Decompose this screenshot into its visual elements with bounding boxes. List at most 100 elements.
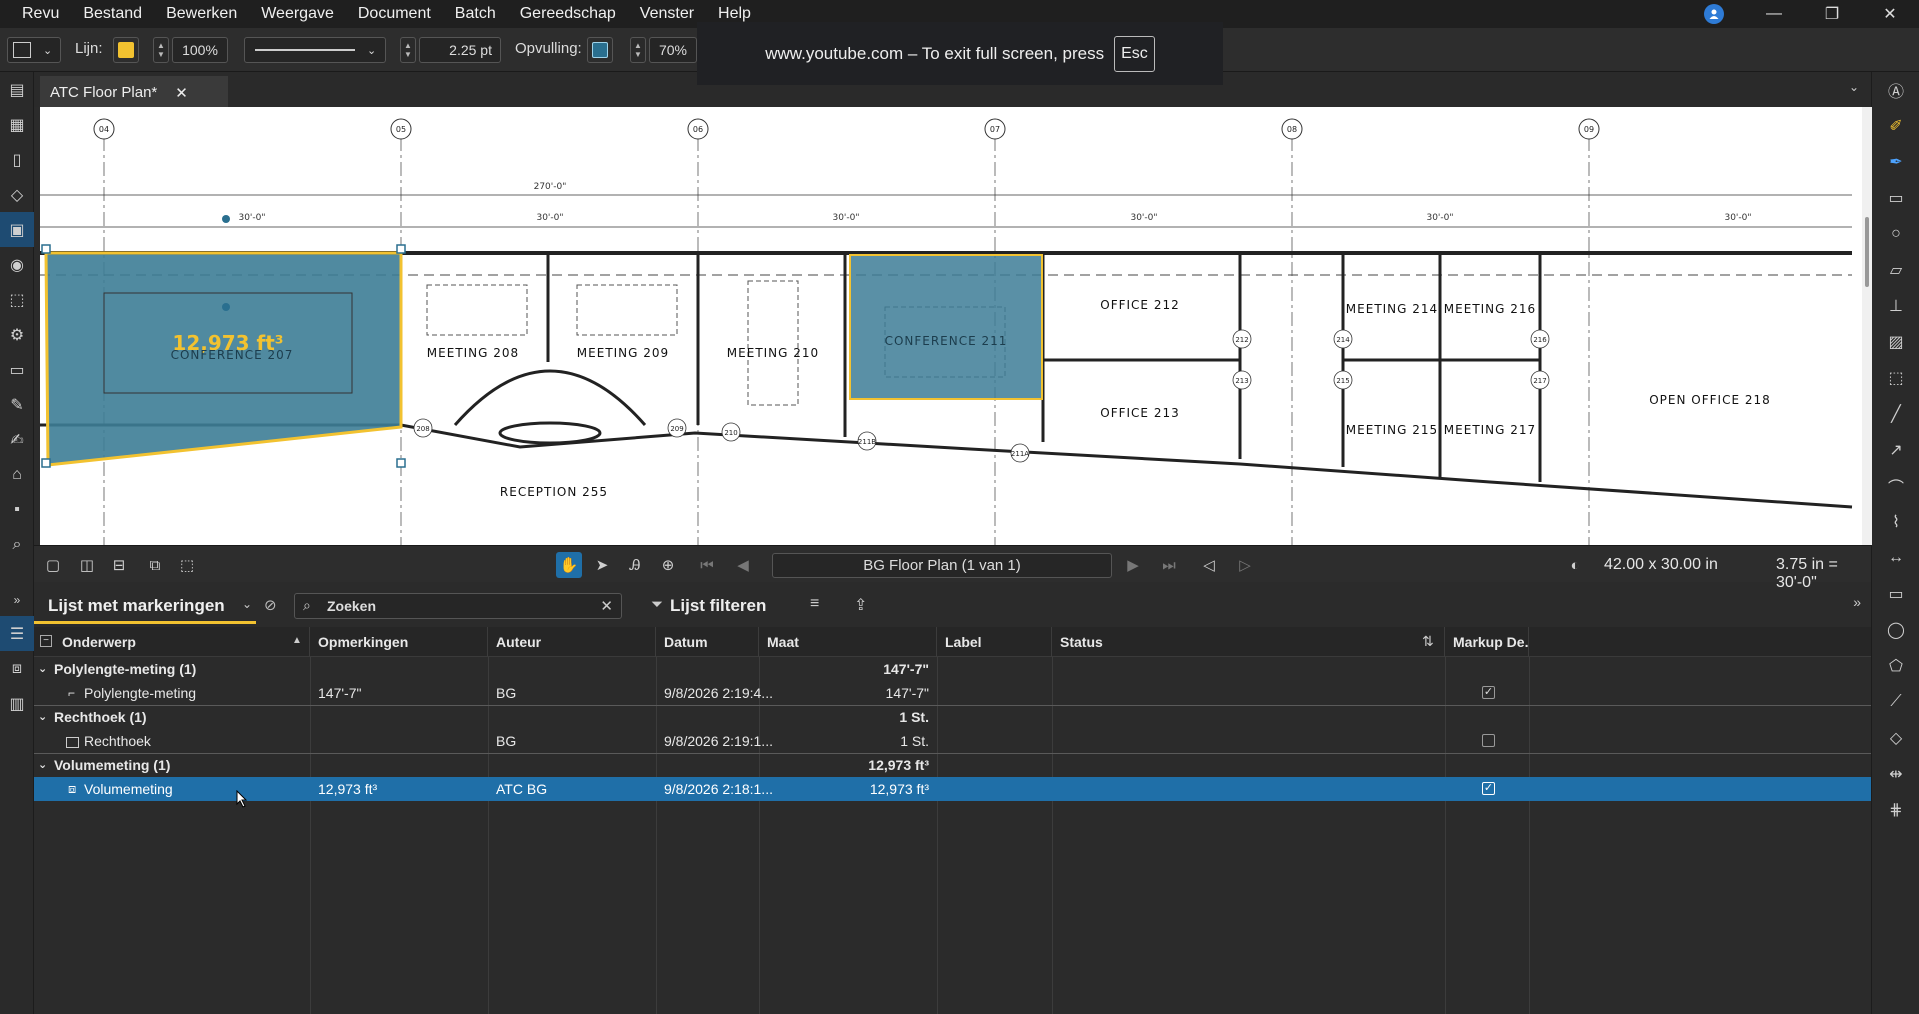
group-row[interactable]: ⌄ Polylengte-meting (1) 147'-7"	[34, 657, 1871, 681]
callout-icon[interactable]: ▭	[1872, 180, 1919, 216]
chevron-down-icon[interactable]: ⌄	[38, 753, 47, 777]
first-page-icon[interactable]: ⏮	[694, 552, 720, 578]
sync-icon[interactable]: ⧉	[142, 552, 168, 578]
table-row-selected[interactable]: ⧈ Volumemeting 12,973 ft³ ATC BG 9/8/202…	[34, 777, 1871, 801]
arrow-tool-icon[interactable]: ↗	[1872, 432, 1919, 468]
ellipse-tool-icon[interactable]: ◯	[1872, 612, 1919, 648]
bookmarks-icon[interactable]: ▯	[0, 142, 34, 177]
menu-document[interactable]: Document	[346, 0, 443, 28]
line-style-dropdown[interactable]: ⌄	[244, 37, 386, 63]
collapse-all-icon[interactable]: −	[40, 635, 52, 647]
properties-icon[interactable]: ▤	[0, 72, 34, 107]
forms-icon[interactable]: ✎	[0, 387, 34, 422]
group-row[interactable]: ⌄ Rechthoek (1) 1 St.	[34, 705, 1871, 729]
thumbnails-icon[interactable]: ▦	[0, 107, 34, 142]
collapse-panel-icon[interactable]: »	[1853, 594, 1861, 610]
column-label[interactable]: Label	[937, 627, 1052, 657]
canvas-scroll-thumb[interactable]	[1865, 217, 1869, 287]
3d-model-icon[interactable]: ⧈	[0, 651, 34, 686]
column-chooser-icon[interactable]: ⇅	[1422, 633, 1434, 650]
column-date[interactable]: Datum	[656, 627, 759, 657]
line-color-swatch[interactable]	[113, 37, 139, 63]
highlighter-icon[interactable]: ✐	[1872, 108, 1919, 144]
pen-icon[interactable]: ✒	[1872, 144, 1919, 180]
hide-markups-icon[interactable]: ⊘	[264, 596, 277, 614]
select-arrow-icon[interactable]: ➤	[589, 552, 615, 578]
last-page-icon[interactable]: ⏭	[1156, 552, 1182, 578]
line-width-input[interactable]: 2.25 pt	[419, 37, 501, 63]
chevron-down-icon[interactable]: ⌄	[38, 705, 47, 729]
single-page-icon[interactable]: ▢	[40, 552, 66, 578]
shape-style-dropdown[interactable]: ⌄	[7, 37, 61, 63]
chevron-down-icon[interactable]: ⌄	[242, 597, 252, 611]
studio-icon[interactable]: ◉	[0, 247, 34, 282]
split-vertical-icon[interactable]: ◫	[74, 552, 100, 578]
image-icon[interactable]: ▨	[1872, 324, 1919, 360]
minimize-button[interactable]: —	[1746, 0, 1802, 28]
page-navigator[interactable]: BG Floor Plan (1 van 1)	[772, 553, 1112, 578]
next-view-icon[interactable]: ▷	[1232, 552, 1258, 578]
previous-page-icon[interactable]: ◀	[730, 552, 756, 578]
measurements-icon[interactable]: ▭	[0, 352, 34, 387]
stamp-icon[interactable]: ⊥	[1872, 288, 1919, 324]
column-status[interactable]: Status	[1052, 627, 1445, 657]
filter-icon[interactable]: ⏷	[651, 596, 663, 613]
arc-tool-icon[interactable]: ⌒	[1872, 468, 1919, 504]
markup-checkbox[interactable]: ✓	[1482, 782, 1495, 795]
column-author[interactable]: Auteur	[488, 627, 656, 657]
markups-list-icon[interactable]: ☰	[0, 616, 34, 651]
sets-icon[interactable]: ⬚	[0, 282, 34, 317]
contrast-icon[interactable]: ◐	[1562, 552, 1588, 578]
expand-panel-icon[interactable]: »	[0, 584, 34, 616]
restore-button[interactable]: ❐	[1804, 0, 1860, 28]
fill-opacity-input[interactable]: 70%	[649, 37, 697, 63]
previous-view-icon[interactable]: ◁	[1196, 552, 1222, 578]
scale-readout[interactable]: 3.75 in = 30'-0"	[1776, 556, 1871, 592]
search-icon[interactable]: ⌕	[0, 527, 34, 562]
cloud-icon[interactable]: ○	[1872, 216, 1919, 252]
fill-color-swatch[interactable]	[587, 37, 613, 63]
markups-search-input[interactable]: ⌕ Zoeken ✕	[294, 593, 622, 619]
pan-hand-icon[interactable]: ✋	[556, 552, 582, 578]
signatures-icon[interactable]: ✍	[0, 422, 34, 457]
fill-opacity-stepper[interactable]: ▲ ▼	[630, 37, 646, 63]
note-icon[interactable]: ▱	[1872, 252, 1919, 288]
links-icon[interactable]: ⌂	[0, 457, 34, 492]
column-measurement[interactable]: Maat	[759, 627, 937, 657]
document-tab[interactable]: ATC Floor Plan* ✕	[40, 76, 228, 107]
diameter-measure-icon[interactable]: ⇹	[1872, 756, 1919, 792]
file-access-icon[interactable]: ▪	[0, 492, 34, 527]
split-horizontal-icon[interactable]: ⊟	[106, 552, 132, 578]
text-tool-icon[interactable]: Ⓐ	[1872, 72, 1919, 108]
filter-list-button[interactable]: Lijst filteren	[670, 596, 766, 616]
clear-search-icon[interactable]: ✕	[600, 597, 613, 615]
zoom-icon[interactable]: ⊕	[655, 552, 681, 578]
close-window-button[interactable]: ✕	[1862, 0, 1918, 28]
markup-checkbox[interactable]	[1482, 734, 1495, 747]
area-measure-icon[interactable]: ◇	[1872, 720, 1919, 756]
select-text-icon[interactable]: Ꭿ	[622, 552, 648, 578]
export-icon[interactable]: ⇪	[854, 595, 867, 615]
line-tool-icon[interactable]: ╱	[1872, 396, 1919, 432]
user-account-icon[interactable]	[1704, 4, 1724, 24]
dimension-tool-icon[interactable]: ↔	[1872, 540, 1919, 576]
layers-icon[interactable]: ◇	[0, 177, 34, 212]
column-comments[interactable]: Opmerkingen	[310, 627, 488, 657]
markups-panel-title[interactable]: Lijst met markeringen	[48, 596, 225, 616]
chevron-down-icon[interactable]: ⌄	[38, 657, 47, 681]
group-row[interactable]: ⌄ Volumemeting (1) 12,973 ft³	[34, 753, 1871, 777]
length-measure-icon[interactable]: ⟋	[1872, 684, 1919, 720]
menu-batch[interactable]: Batch	[443, 0, 508, 28]
line-opacity-stepper[interactable]: ▲ ▼	[153, 37, 169, 63]
menu-gereedschap[interactable]: Gereedschap	[508, 0, 628, 28]
line-width-stepper[interactable]: ▲ ▼	[400, 37, 416, 63]
menu-venster[interactable]: Venster	[628, 0, 706, 28]
settings-icon[interactable]: ⚙	[0, 317, 34, 352]
tab-list-chevron-icon[interactable]: ⌄	[1849, 80, 1859, 94]
rectangle-tool-icon[interactable]: ▭	[1872, 576, 1919, 612]
polyline-tool-icon[interactable]: ⌇	[1872, 504, 1919, 540]
table-row[interactable]: ⌐ Polylengte-meting 147'-7" BG 9/8/2026 …	[34, 681, 1871, 705]
snapshot-view-icon[interactable]: ⬚	[174, 552, 200, 578]
menu-bewerken[interactable]: Bewerken	[154, 0, 249, 28]
close-tab-icon[interactable]: ✕	[175, 84, 188, 102]
